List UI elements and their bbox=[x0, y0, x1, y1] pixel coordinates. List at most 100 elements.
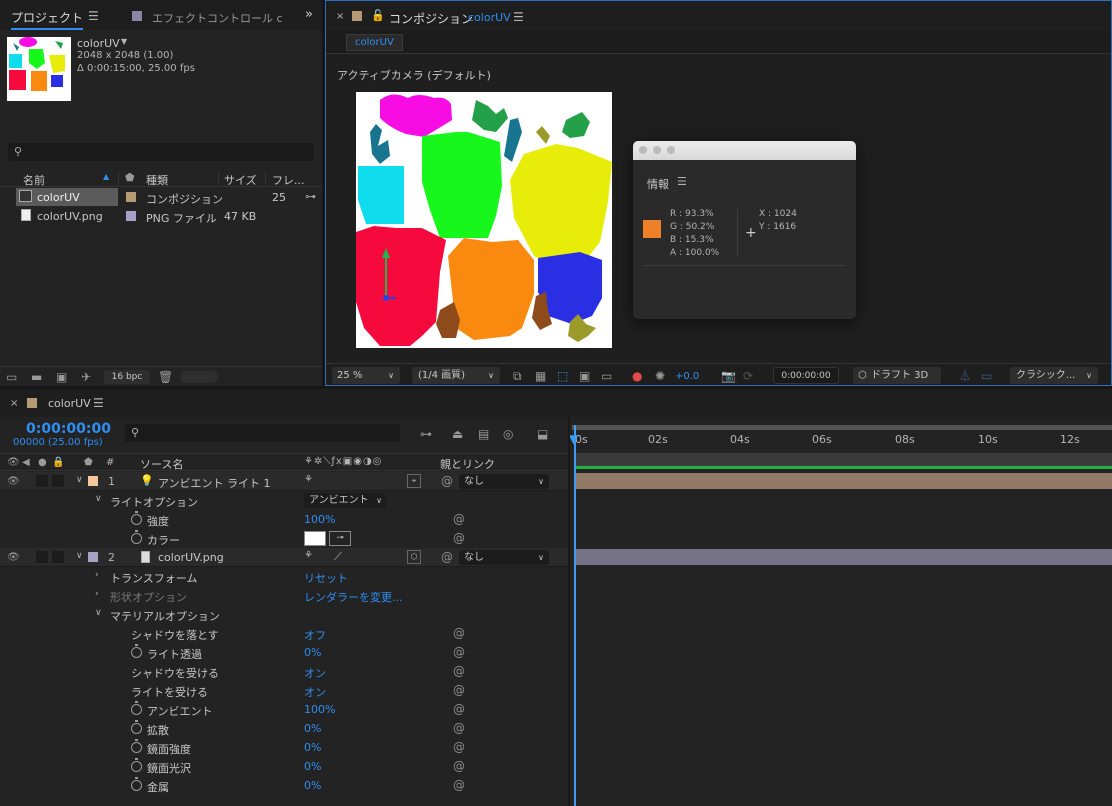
stopwatch-icon[interactable] bbox=[131, 511, 142, 525]
bpc-button[interactable]: 16 bpc bbox=[104, 370, 150, 384]
material-prop-row[interactable]: シャドウを落とす オフ @ bbox=[0, 624, 568, 643]
prop-value[interactable]: オン bbox=[304, 684, 326, 700]
prop-value[interactable]: オン bbox=[304, 665, 326, 681]
lock-toggle[interactable] bbox=[52, 551, 64, 563]
column-type[interactable]: 種類 bbox=[146, 172, 168, 188]
3d-layer-switch[interactable]: ⬡ bbox=[407, 550, 421, 564]
stopwatch-icon[interactable] bbox=[131, 644, 142, 658]
menu-icon[interactable]: ☰ bbox=[677, 175, 687, 188]
lock-icon[interactable]: 🔒 bbox=[52, 457, 64, 469]
new-composition-icon[interactable]: ▣ bbox=[56, 371, 67, 383]
parent-link-header[interactable]: 親とリンク bbox=[440, 456, 495, 472]
show-snapshot-icon[interactable]: ⟳ bbox=[743, 370, 753, 382]
material-prop-row[interactable]: シャドウを受ける オン @ bbox=[0, 662, 568, 681]
tab-project[interactable]: プロジェクト bbox=[11, 9, 84, 30]
layer-row-2[interactable]: 👁 ∨ 2 colorUV.png ⚘ ⟋ ⬡ @ なし ∨ bbox=[0, 548, 568, 567]
color-swatch[interactable] bbox=[304, 531, 326, 546]
twirl-open-icon[interactable]: ∨ bbox=[76, 475, 83, 485]
light-type-dropdown[interactable]: アンビエント ∨ bbox=[304, 493, 386, 508]
timeline-search-box[interactable]: ⚲ bbox=[125, 424, 400, 442]
prop-value[interactable]: 0% bbox=[304, 741, 321, 754]
eye-icon[interactable]: 👁 bbox=[7, 457, 20, 469]
label-color-swatch[interactable] bbox=[126, 211, 136, 221]
grid-guides-icon[interactable]: ▭ bbox=[601, 370, 612, 382]
mask-visibility-icon[interactable]: ⬚ bbox=[557, 370, 568, 382]
layer-1-duration-bar[interactable] bbox=[574, 473, 1112, 489]
project-row-comp[interactable]: colorUV コンポジション 25 ⊶ bbox=[0, 188, 322, 206]
tab-timeline[interactable]: colorUV bbox=[48, 397, 91, 410]
stopwatch-icon[interactable] bbox=[131, 720, 142, 734]
color-management-icon[interactable]: ✺ bbox=[655, 370, 665, 382]
stopwatch-icon[interactable] bbox=[131, 777, 142, 791]
eyedropper-icon[interactable]: ⊸ bbox=[329, 531, 351, 546]
interpret-footage-icon[interactable]: ▭ bbox=[6, 371, 17, 383]
expression-pickwhip-icon[interactable]: @ bbox=[453, 684, 465, 696]
draft-3d-icon[interactable]: ⏏ bbox=[452, 428, 463, 440]
exposure-value[interactable]: +0.0 bbox=[675, 371, 699, 382]
window-zoom-button[interactable] bbox=[667, 146, 675, 154]
prop-value[interactable]: 0% bbox=[304, 779, 321, 792]
label-tag-icon[interactable]: ⬟ bbox=[84, 457, 93, 469]
stopwatch-icon[interactable] bbox=[131, 739, 142, 753]
playhead-handle-icon[interactable]: ▼ bbox=[569, 432, 578, 446]
prop-light-options[interactable]: ∨ ライトオプション アンビエント ∨ bbox=[0, 491, 568, 510]
chevron-down-icon[interactable]: ▼ bbox=[121, 37, 127, 46]
expression-pickwhip-icon[interactable]: @ bbox=[453, 627, 465, 639]
work-area-range[interactable] bbox=[574, 466, 1112, 469]
expression-pickwhip-icon[interactable]: @ bbox=[453, 760, 465, 772]
twirl-open-icon[interactable]: ∨ bbox=[95, 608, 102, 618]
solo-icon[interactable]: ● bbox=[38, 457, 47, 469]
rgb-channels-icon[interactable]: ● bbox=[632, 370, 642, 382]
tab-effect-controls[interactable]: エフェクトコントロール c bbox=[152, 10, 283, 26]
graph-editor-icon[interactable]: ⬓ bbox=[537, 428, 548, 440]
close-icon[interactable]: × bbox=[10, 398, 18, 409]
motion-blur-icon[interactable]: ◎ bbox=[503, 428, 513, 440]
snapshot-camera-icon[interactable]: 📷 bbox=[721, 370, 736, 382]
3d-ground-plane-icon[interactable]: ⏃ bbox=[959, 370, 971, 382]
prop-value[interactable]: 0% bbox=[304, 722, 321, 735]
material-prop-row[interactable]: ライトを受ける オン @ bbox=[0, 681, 568, 700]
new-folder-icon[interactable]: ▬ bbox=[31, 371, 42, 383]
switches-icons[interactable]: ⚘✲⟍ƒx▣◉◑◎ bbox=[304, 456, 382, 467]
prop-material[interactable]: ∨ マテリアルオプション bbox=[0, 605, 568, 624]
label-tag-icon[interactable]: ⬟ bbox=[125, 171, 135, 184]
expression-pickwhip-icon[interactable]: @ bbox=[453, 741, 465, 753]
tab-composition-name[interactable]: colorUV bbox=[468, 11, 511, 24]
parent-dropdown[interactable]: なし ∨ bbox=[459, 550, 549, 565]
change-renderer-link[interactable]: レンダラーを変更... bbox=[304, 589, 403, 605]
flowchart-icon[interactable]: ⊶ bbox=[305, 190, 316, 203]
prop-value[interactable]: 100% bbox=[304, 703, 335, 716]
prop-color[interactable]: カラー ⊸ @ bbox=[0, 529, 568, 548]
view-mode-dropdown[interactable]: クラシック... ∨ bbox=[1010, 367, 1098, 384]
work-area-bar[interactable] bbox=[572, 425, 1112, 430]
expression-pickwhip-icon[interactable]: @ bbox=[453, 722, 465, 734]
layer-label-swatch[interactable] bbox=[88, 552, 98, 562]
close-icon[interactable]: × bbox=[336, 11, 344, 22]
resolution-dropdown[interactable]: (1/4 画質) ∨ bbox=[412, 367, 500, 384]
shy-switch-icon[interactable]: ⚘ bbox=[304, 474, 313, 485]
frame-blending-icon[interactable]: ▤ bbox=[478, 428, 489, 440]
layer-label-swatch[interactable] bbox=[88, 476, 98, 486]
material-prop-row[interactable]: 拡散 0% @ bbox=[0, 719, 568, 738]
project-search-input[interactable] bbox=[30, 144, 310, 160]
twirl-open-icon[interactable]: ∨ bbox=[76, 551, 83, 561]
twirl-closed-icon[interactable]: › bbox=[95, 589, 99, 599]
3d-view-icon[interactable]: ▭ bbox=[981, 370, 992, 382]
intensity-value[interactable]: 100% bbox=[304, 513, 335, 526]
prop-value[interactable]: 0% bbox=[304, 760, 321, 773]
trash-icon[interactable]: 🗑 bbox=[158, 371, 173, 383]
time-navigator[interactable] bbox=[574, 453, 1112, 466]
parent-pickwhip-icon[interactable]: @ bbox=[441, 551, 453, 563]
expression-pickwhip-icon[interactable]: @ bbox=[453, 665, 465, 677]
3d-layer-switch[interactable]: ⌖ bbox=[407, 474, 421, 488]
timecode-box[interactable]: 0:00:00:00 bbox=[773, 367, 839, 384]
eye-icon[interactable]: 👁 bbox=[7, 552, 20, 564]
project-search-box[interactable]: ⚲ bbox=[8, 143, 314, 161]
solo-toggle[interactable] bbox=[36, 551, 48, 563]
render-icon[interactable]: ✈ bbox=[81, 371, 91, 383]
expression-pickwhip-icon[interactable]: @ bbox=[453, 779, 465, 791]
parent-pickwhip-icon[interactable]: @ bbox=[441, 475, 453, 487]
expression-pickwhip-icon[interactable]: @ bbox=[453, 532, 465, 544]
expression-pickwhip-icon[interactable]: @ bbox=[453, 513, 465, 525]
material-prop-row[interactable]: 鏡面強度 0% @ bbox=[0, 738, 568, 757]
